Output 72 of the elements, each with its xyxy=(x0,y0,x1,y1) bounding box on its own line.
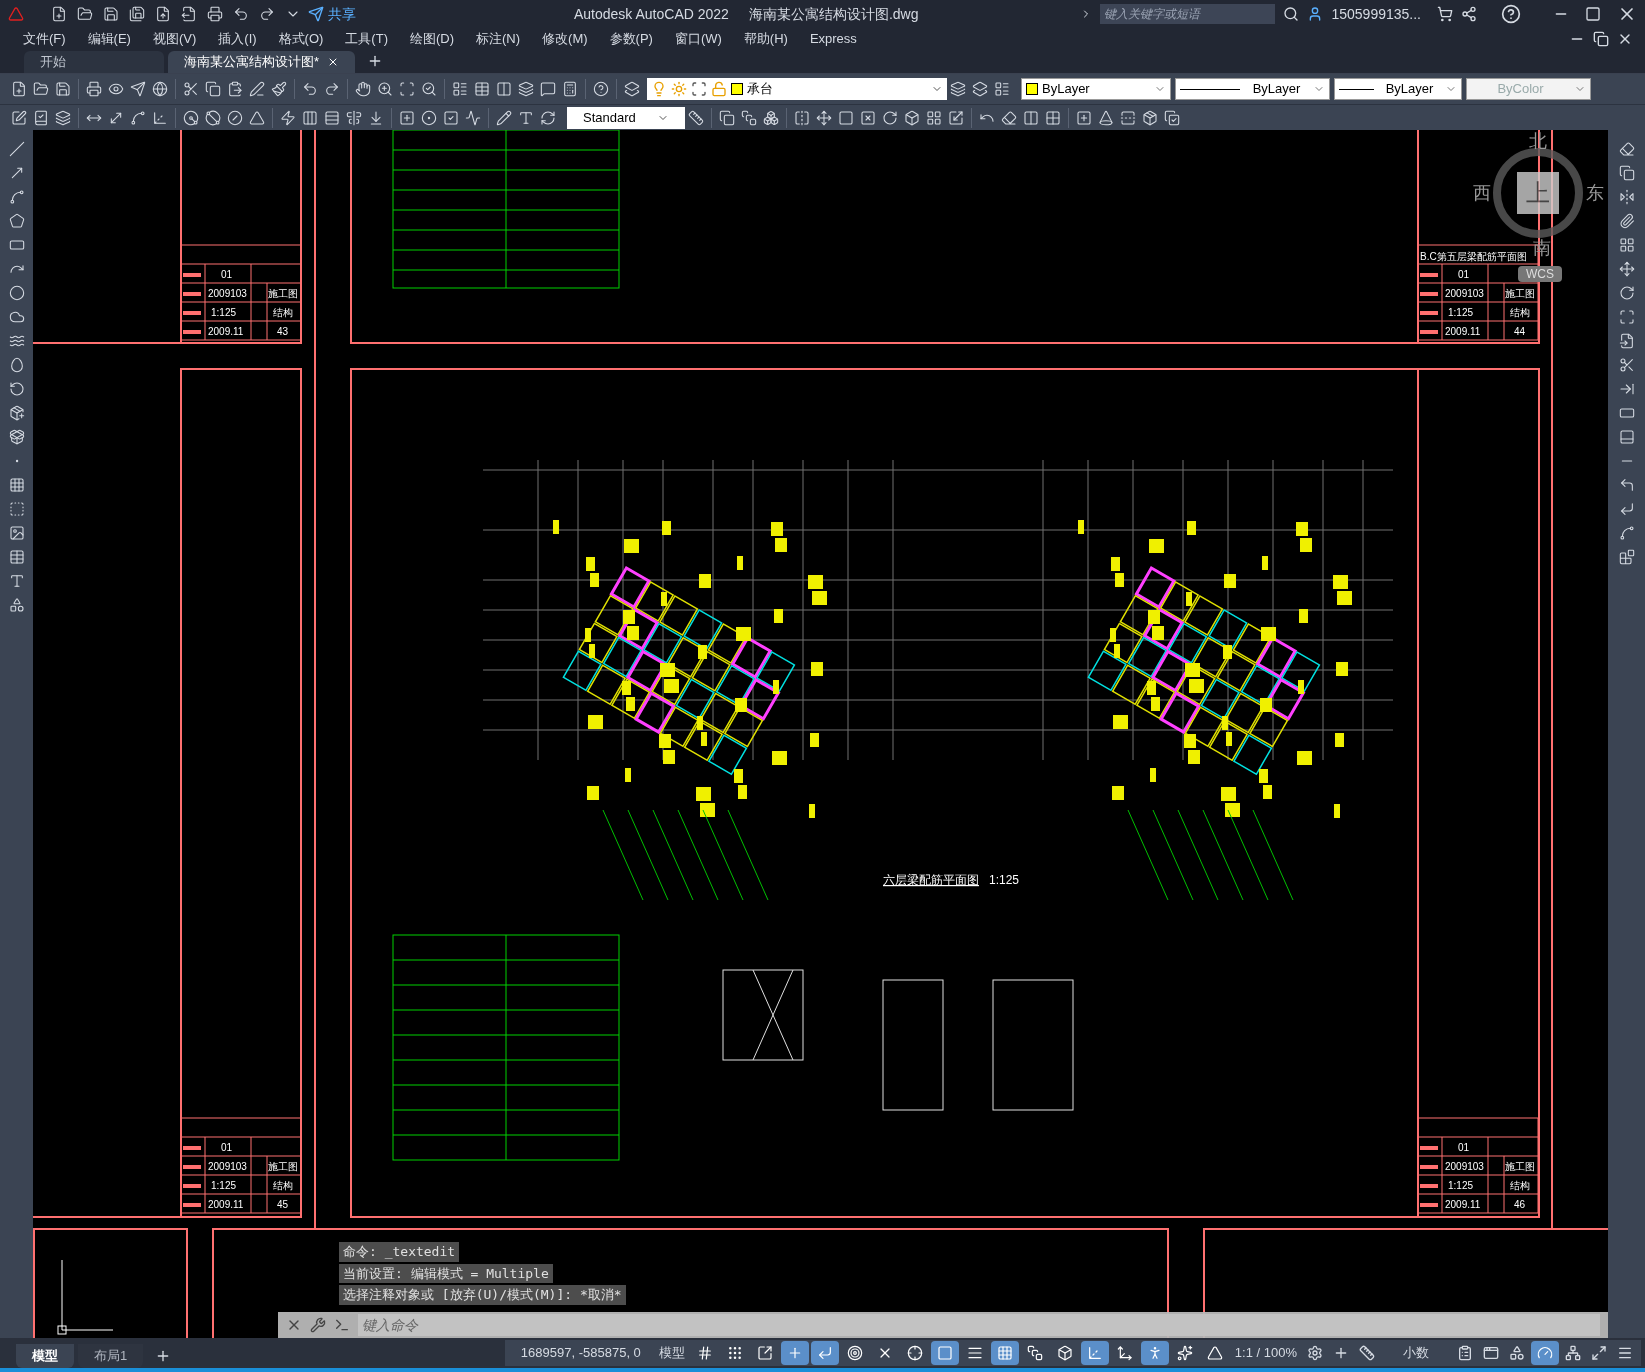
coordinates-readout: 1689597, -585875, 0 xyxy=(519,1344,642,1363)
discipline-text: 结构 xyxy=(1510,1180,1530,1191)
stage-text: 施工图 xyxy=(268,1161,298,1172)
drawing-name: B.C第五层梁配筋平面图 xyxy=(1420,251,1527,262)
scale-text: 1:125 xyxy=(1448,307,1474,318)
date-text: 2009.11 xyxy=(1445,1199,1481,1210)
sheet-number: 44 xyxy=(1514,326,1526,337)
menu-item[interactable]: 参数(P) xyxy=(598,29,664,49)
project-number: 2009103 xyxy=(208,288,247,299)
menu-item[interactable]: 格式(O) xyxy=(267,29,335,49)
user-account-button[interactable]: 1505999135... xyxy=(1331,4,1421,24)
menu-item[interactable]: Express xyxy=(798,29,868,49)
lineweight-dropdown[interactable]: ByLayer xyxy=(1334,78,1462,100)
scale-text: 1:125 xyxy=(211,1180,237,1191)
menu-item[interactable]: 插入(I) xyxy=(207,29,268,49)
stage-text: 施工图 xyxy=(1505,1161,1535,1172)
text-style-value: Standard xyxy=(583,108,637,127)
project-number: 2009103 xyxy=(1445,288,1484,299)
search-field[interactable]: 键入关键字或短语 xyxy=(1100,4,1276,24)
model-space-button[interactable]: 模型 xyxy=(654,1343,689,1363)
file-tab[interactable]: 开始 xyxy=(24,51,164,73)
share-button[interactable]: 共享 xyxy=(308,4,356,24)
color-dropdown[interactable]: ByLayer xyxy=(1021,78,1171,100)
text-style-dropdown[interactable]: Standard xyxy=(567,106,685,129)
viewcube-face[interactable]: 上 xyxy=(1517,172,1559,214)
property-value: ByLayer xyxy=(1251,80,1302,99)
property-value: ByColor xyxy=(1496,80,1545,99)
menu-item[interactable]: 标注(N) xyxy=(465,29,532,49)
stage-text: 施工图 xyxy=(1505,288,1535,299)
date-text: 2009.11 xyxy=(208,1199,244,1210)
window-title: Autodesk AutoCAD 2022 xyxy=(574,5,729,24)
discipline-text: 结构 xyxy=(1510,307,1530,318)
project-number: 2009103 xyxy=(208,1161,247,1172)
file-tab[interactable]: 海南某公寓结构设计图* xyxy=(168,51,356,73)
date-text: 2009.11 xyxy=(1445,326,1481,337)
version-text: 01 xyxy=(221,269,233,280)
menu-item[interactable]: 工具(T) xyxy=(334,29,399,49)
date-text: 2009.11 xyxy=(208,326,244,337)
sheet-number: 43 xyxy=(277,326,289,337)
compass-label[interactable]: 西 xyxy=(1473,183,1491,203)
scale-text: 1:125 xyxy=(1448,1180,1474,1191)
project-number: 2009103 xyxy=(1445,1161,1484,1172)
annotation-scale-button[interactable]: 1:1 / 100% xyxy=(1230,1343,1301,1363)
layout-tab[interactable]: 布局1 xyxy=(78,1344,144,1368)
menu-item[interactable]: 绘图(D) xyxy=(398,29,465,49)
version-text: 01 xyxy=(1458,269,1470,280)
layout-tab[interactable]: 模型 xyxy=(16,1344,74,1368)
menu-item[interactable]: 修改(M) xyxy=(531,29,599,49)
stage-text: 施工图 xyxy=(268,288,298,299)
sheet-number: 46 xyxy=(1514,1199,1526,1210)
file-title: 海南某公寓结构设计图.dwg xyxy=(748,5,919,24)
units-button[interactable]: 小数 xyxy=(1381,1343,1451,1363)
menu-item[interactable]: 视图(V) xyxy=(141,29,208,49)
menu-item[interactable]: 窗口(W) xyxy=(663,29,733,49)
viewcube[interactable]: 上 xyxy=(1493,148,1583,238)
menu-item[interactable]: 帮助(H) xyxy=(732,29,799,49)
menu-item[interactable]: 编辑(E) xyxy=(76,29,142,49)
drawing-title: 六层梁配筋平面图 xyxy=(883,873,979,887)
property-value: ByLayer xyxy=(1384,80,1435,99)
discipline-text: 结构 xyxy=(273,1180,293,1191)
drawing-scale: 1:125 xyxy=(989,873,1020,887)
discipline-text: 结构 xyxy=(273,307,293,318)
version-text: 01 xyxy=(1458,1142,1470,1153)
layer-dropdown[interactable]: 承台 xyxy=(647,78,947,100)
version-text: 01 xyxy=(221,1142,233,1153)
layer-name: 承台 xyxy=(747,80,774,99)
linetype-dropdown[interactable]: ByLayer xyxy=(1175,78,1330,100)
sheet-number: 45 xyxy=(277,1199,289,1210)
property-value: ByLayer xyxy=(1042,80,1091,99)
compass-label[interactable]: 东 xyxy=(1586,183,1604,203)
scale-text: 1:125 xyxy=(211,307,237,318)
menu-item[interactable]: 文件(F) xyxy=(12,29,77,49)
